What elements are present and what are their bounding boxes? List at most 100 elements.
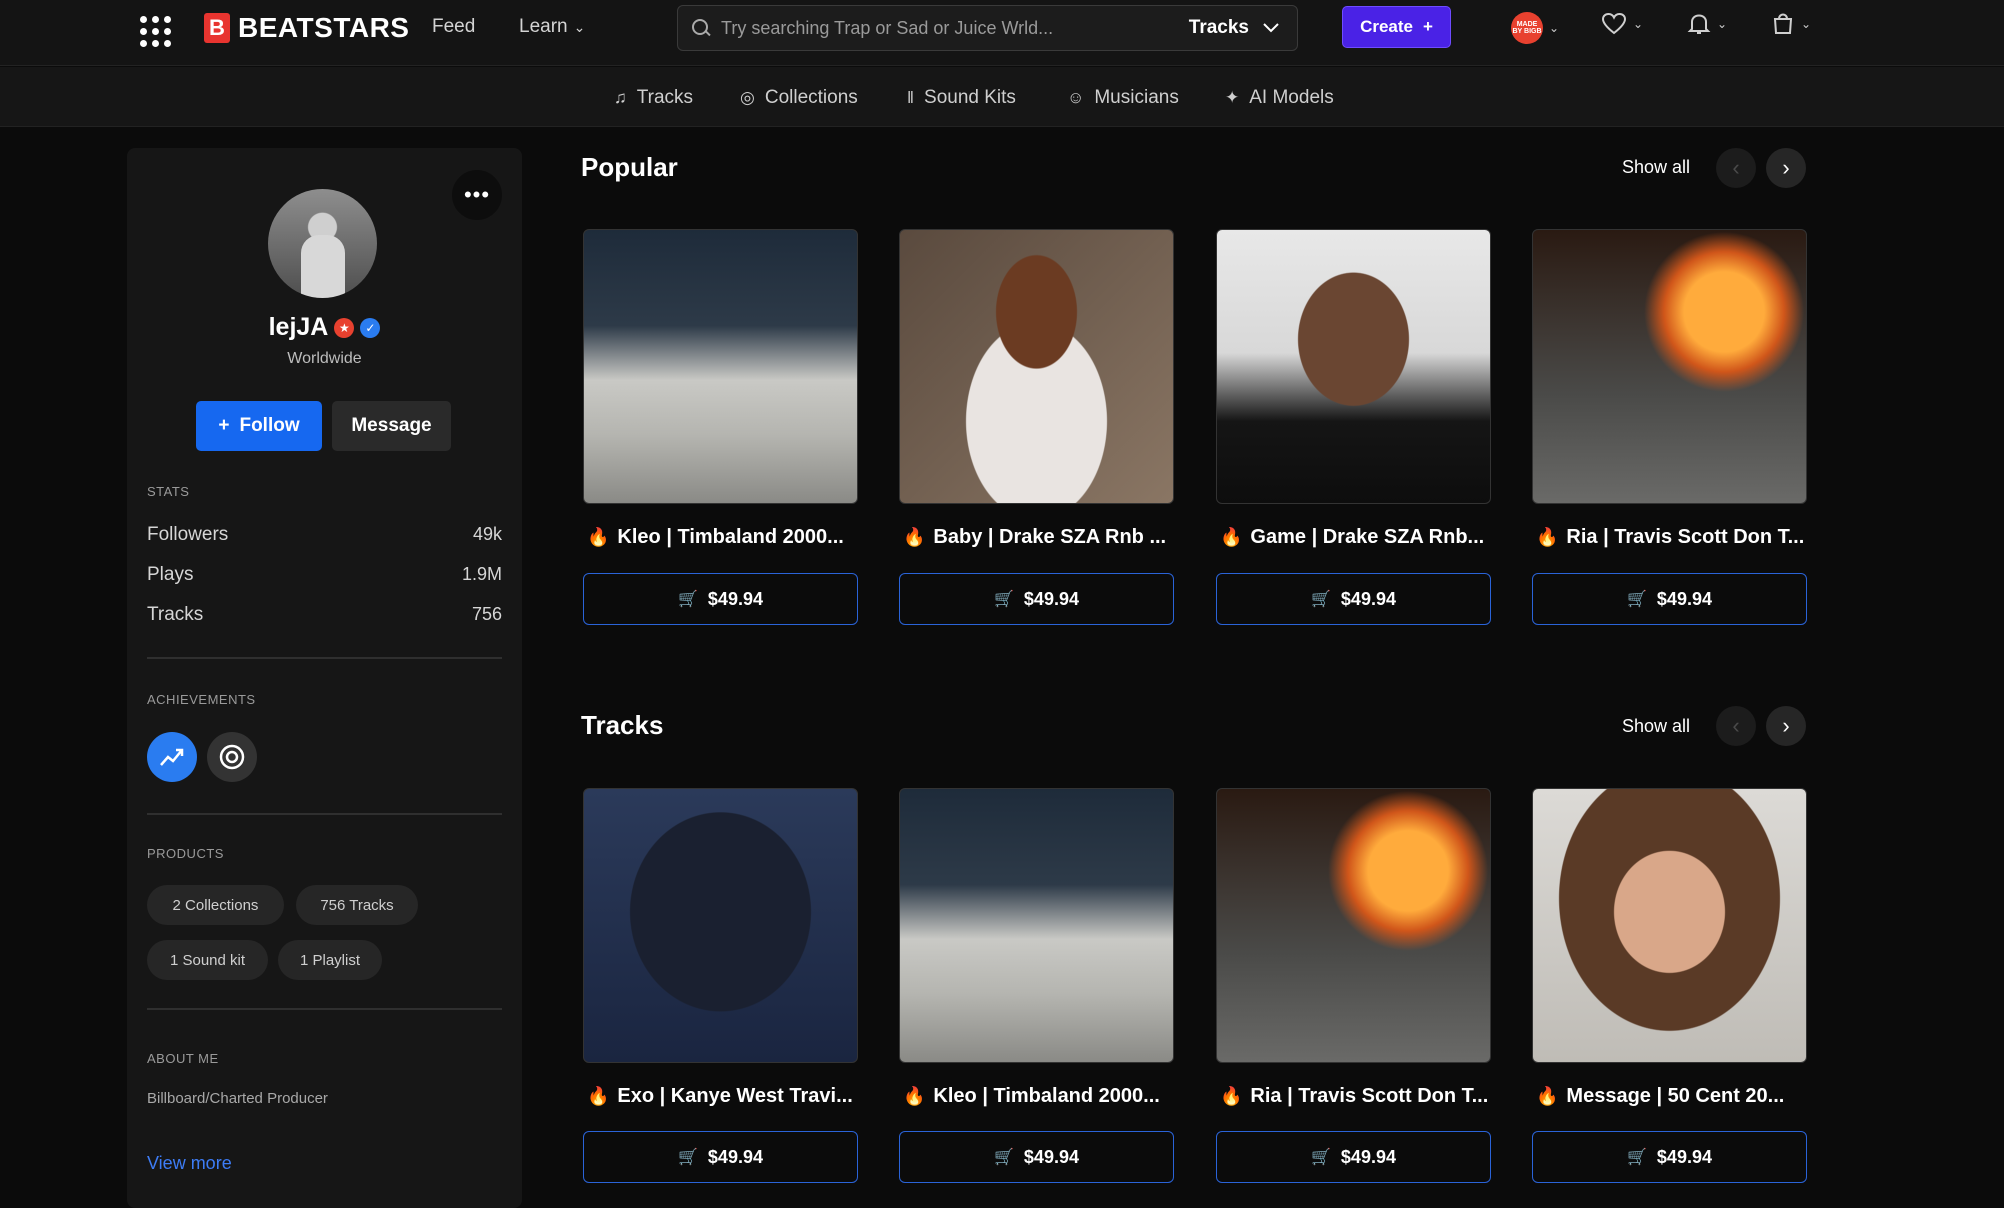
subnav-ai-models[interactable]: ✦ AI Models [1225,87,1334,109]
stat-plays: Plays 1.9M [147,564,502,585]
show-all-tracks[interactable]: Show all [1622,716,1690,737]
plus-icon: + [1422,17,1433,36]
track-title[interactable]: 🔥 Ria | Travis Scott Don T... [1220,1085,1500,1108]
cart-icon: 🛒 [1627,1149,1647,1166]
account-menu[interactable]: MADE BY BIGB ⌄ [1511,12,1559,44]
profile-subnav: ♫ Tracks ◎ Collections ‖ Sound Kits ☺ Musici… [0,67,2004,127]
price-button[interactable]: 🛒 $49.94 [1532,1131,1807,1183]
track-artwork[interactable] [1532,229,1807,504]
vinyl-disc-icon [219,744,245,770]
music-note-icon: ♫ [614,88,627,107]
user-avatar: MADE BY BIGB [1511,12,1543,44]
apps-grid-icon[interactable] [138,14,171,47]
view-more-link[interactable]: View more [147,1153,232,1174]
track-artwork[interactable] [583,788,858,1063]
prev-arrow-button[interactable]: ‹ [1716,148,1756,188]
price-button[interactable]: 🛒 $49.94 [583,573,858,625]
section-title-tracks: Tracks [581,710,664,740]
track-title[interactable]: 🔥 Kleo | Timbaland 2000... [903,1085,1183,1108]
flame-icon: 🔥 [1220,1086,1243,1106]
shopping-bag-icon [1773,13,1793,34]
chevron-down-icon: ⌄ [1717,17,1728,31]
nav-learn[interactable]: Learn ⌄ [519,16,585,38]
price-button[interactable]: 🛒 $49.94 [899,1131,1174,1183]
track-artwork[interactable] [899,229,1174,504]
next-arrow-button[interactable]: › [1766,148,1806,188]
trending-chart-icon [160,748,184,766]
track-title[interactable]: 🔥 Exo | Kanye West Travi... [587,1085,867,1108]
favorites-menu[interactable]: ⌄ [1601,12,1643,36]
cart-icon: 🛒 [994,591,1014,608]
heart-icon [1601,12,1627,35]
track-title[interactable]: 🔥 Ria | Travis Scott Don T... [1536,526,1816,549]
disc-icon: ◎ [740,88,755,107]
divider [147,657,502,659]
message-button[interactable]: Message [332,401,451,451]
subnav-musicians[interactable]: ☺ Musicians [1067,87,1179,109]
subnav-sound-kits[interactable]: ‖ Sound Kits [907,87,1016,109]
waveform-icon: ‖ [907,88,915,107]
track-title[interactable]: 🔥 Game | Drake SZA Rnb... [1220,526,1500,549]
flame-icon: 🔥 [903,527,926,547]
product-sound-kit[interactable]: 1 Sound kit [147,940,268,980]
cart-icon: 🛒 [1311,591,1331,608]
search-icon [691,18,711,38]
flame-icon: 🔥 [903,1086,926,1106]
plus-icon: + [218,415,230,436]
price-button[interactable]: 🛒 $49.94 [1216,573,1491,625]
achievements-label: ACHIEVEMENTS [147,692,256,707]
price-button[interactable]: 🛒 $49.94 [1216,1131,1491,1183]
search-input[interactable] [721,17,1161,39]
pro-badge-icon: ★ [334,317,355,338]
follow-button[interactable]: + Follow [196,401,322,451]
divider [147,813,502,815]
price-button[interactable]: 🛒 $49.94 [583,1131,858,1183]
profile-location: Worldwide [287,350,362,367]
product-tracks[interactable]: 756 Tracks [296,885,418,925]
create-button[interactable]: Create + [1342,6,1451,48]
product-collections[interactable]: 2 Collections [147,885,284,925]
profile-avatar[interactable] [268,189,377,298]
track-artwork[interactable] [1216,788,1491,1063]
notifications-menu[interactable]: ⌄ [1687,12,1727,36]
next-arrow-button[interactable]: › [1766,706,1806,746]
profile-sidebar: ••• lejJA ★ ✓ Worldwide + Follow Message … [127,148,522,1208]
flame-icon: 🔥 [1536,527,1559,547]
cart-icon: 🛒 [678,591,698,608]
logo-mark-icon: B [204,13,230,43]
search-type-select[interactable]: Tracks [1189,17,1279,39]
subnav-tracks[interactable]: ♫ Tracks [614,87,693,109]
verified-badge-icon: ✓ [360,317,381,338]
flame-icon: 🔥 [587,527,610,547]
track-artwork[interactable] [1532,788,1807,1063]
track-title[interactable]: 🔥 Message | 50 Cent 20... [1536,1085,1816,1108]
stat-followers: Followers 49k [147,524,502,545]
track-title[interactable]: 🔥 Kleo | Timbaland 2000... [587,526,867,549]
cart-menu[interactable]: ⌄ [1771,12,1811,36]
top-bar: B BEATSTARS Feed Learn⌄ Tracks Create+ M… [0,0,2004,66]
chevron-left-icon: ‹ [1732,713,1740,738]
product-playlist[interactable]: 1 Playlist [278,940,382,980]
chevron-down-icon: ⌄ [1801,17,1812,31]
achievement-trending[interactable] [147,732,197,782]
profile-name: lejJA ★ ✓ [127,313,522,342]
price-button[interactable]: 🛒 $49.94 [1532,573,1807,625]
cart-icon: 🛒 [1311,1149,1331,1166]
subnav-collections[interactable]: ◎ Collections [740,87,858,109]
track-artwork[interactable] [1216,229,1491,504]
show-all-popular[interactable]: Show all [1622,157,1690,178]
chevron-down-icon [1263,23,1279,33]
nav-feed[interactable]: Feed [432,16,475,38]
track-artwork[interactable] [583,229,858,504]
divider [147,1008,502,1010]
chevron-down-icon: ⌄ [573,19,586,35]
chevron-down-icon: ⌄ [1633,17,1644,31]
price-button[interactable]: 🛒 $49.94 [899,573,1174,625]
track-title[interactable]: 🔥 Baby | Drake SZA Rnb ... [903,526,1183,549]
track-artwork[interactable] [899,788,1174,1063]
more-options-button[interactable]: ••• [452,170,502,220]
beatstars-logo[interactable]: B BEATSTARS [204,12,409,44]
achievement-disc[interactable] [207,732,257,782]
prev-arrow-button[interactable]: ‹ [1716,706,1756,746]
chevron-down-icon: ⌄ [1549,21,1560,35]
